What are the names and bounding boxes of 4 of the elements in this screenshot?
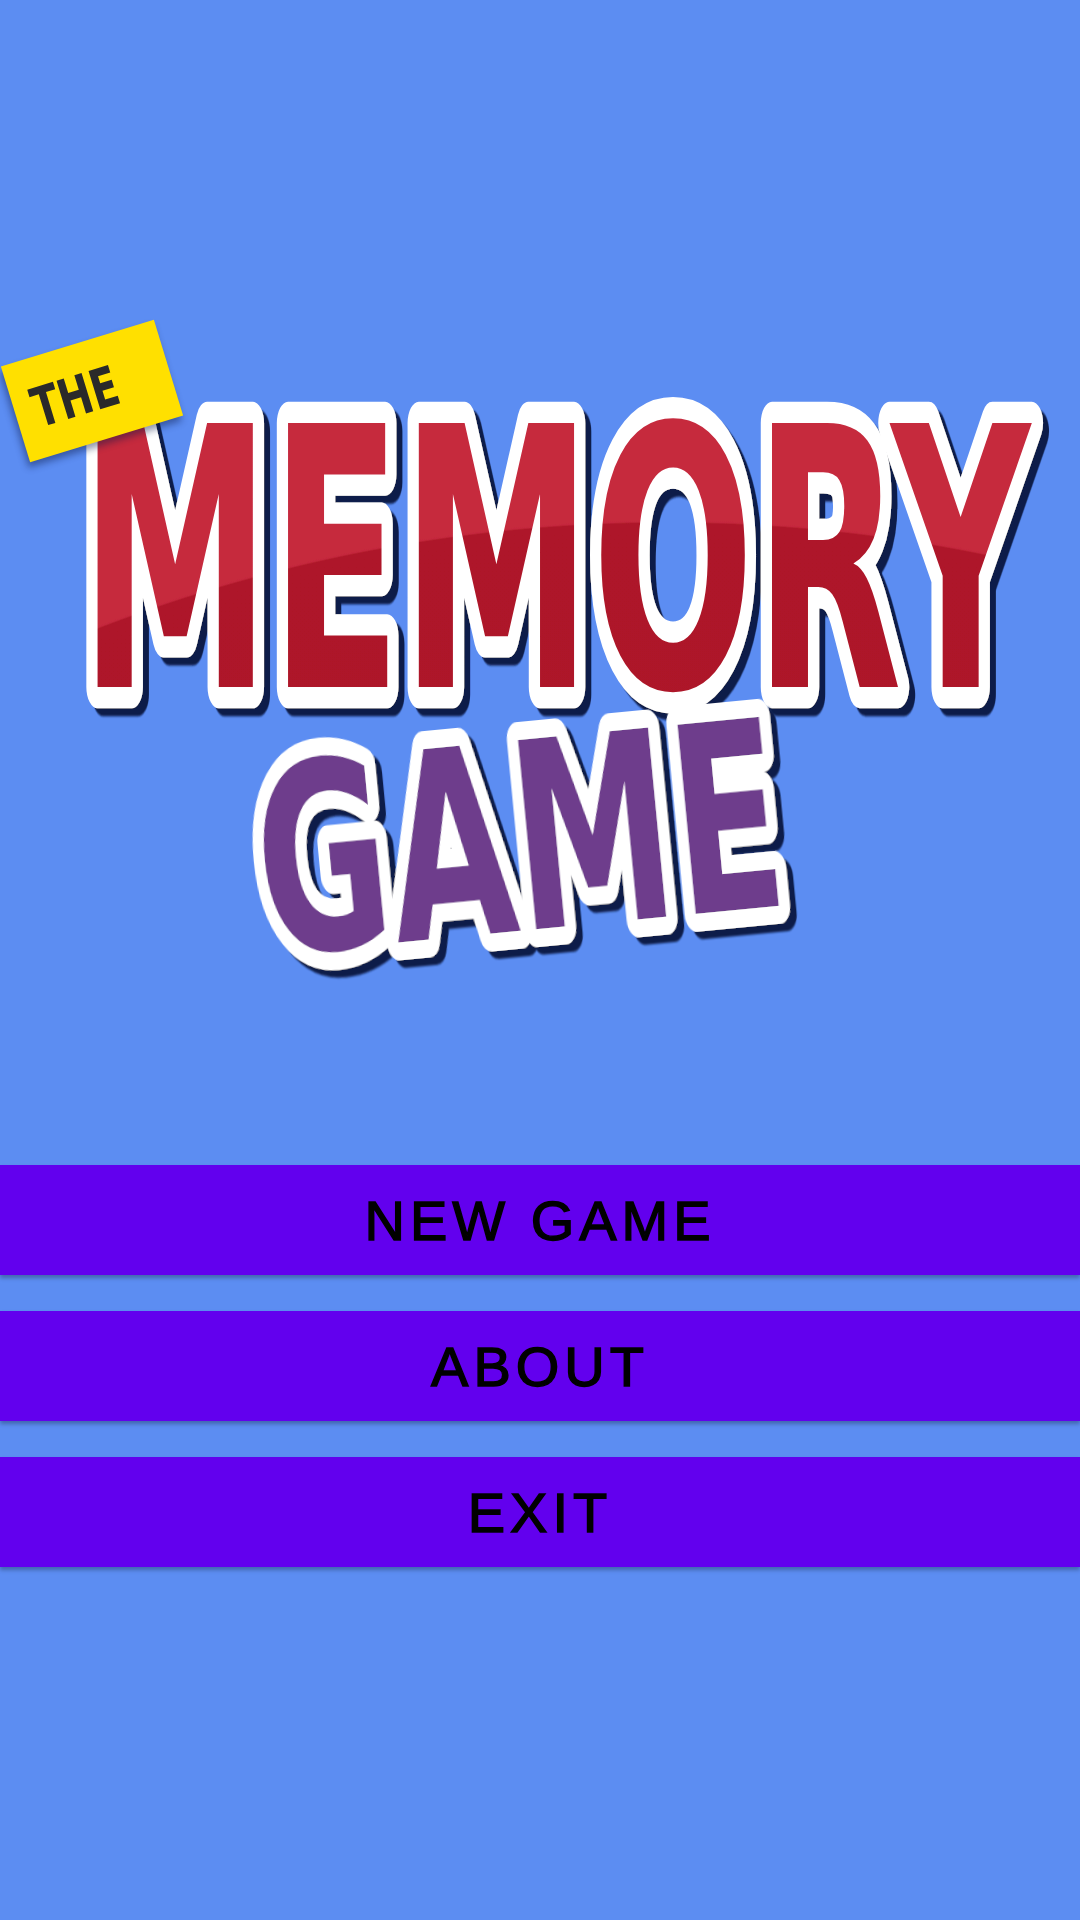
- menu-button[interactable]: ABOUT: [0, 1311, 1080, 1421]
- menu-button[interactable]: EXIT: [0, 1457, 1080, 1567]
- menu-button[interactable]: NEW GAME: [0, 1165, 1080, 1275]
- subtitle-text: GAME: [227, 694, 820, 984]
